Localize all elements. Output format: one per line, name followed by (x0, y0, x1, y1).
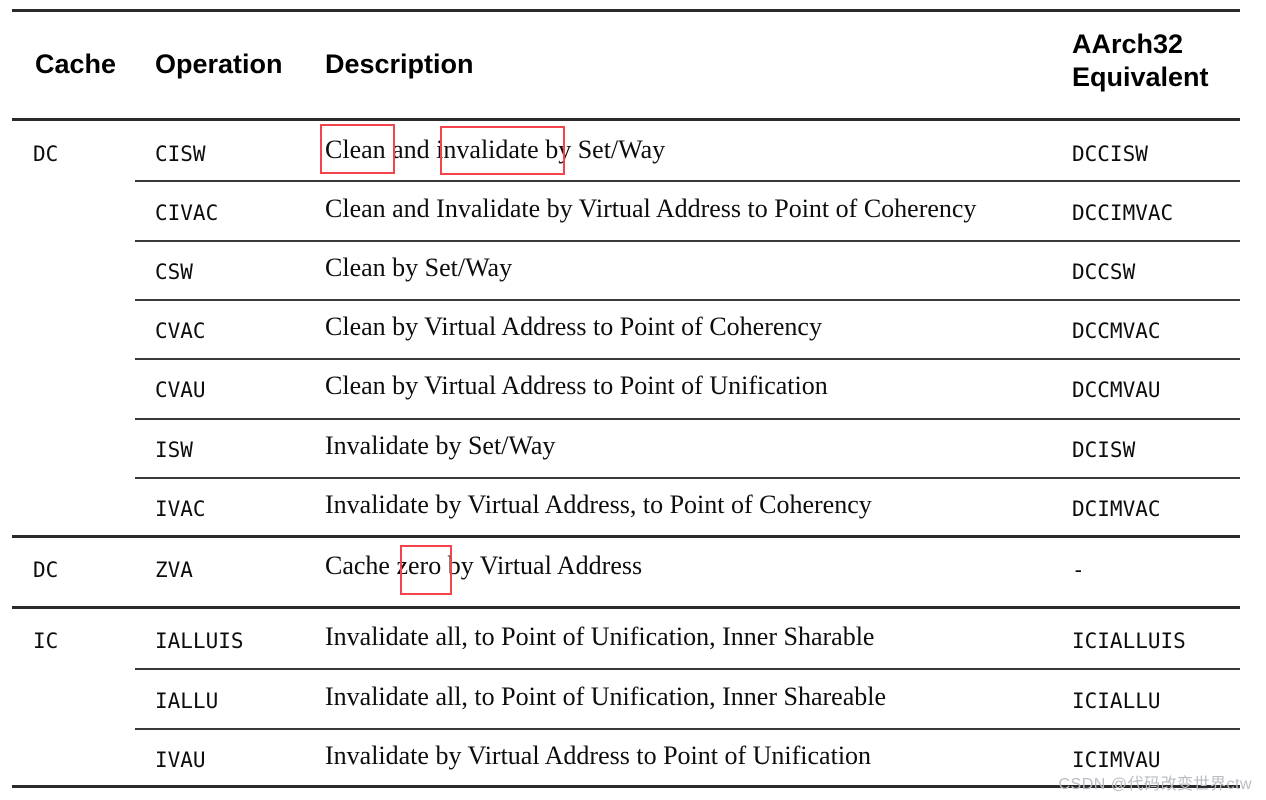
table-row: Invalidate all, to Point of Unification,… (325, 682, 886, 711)
table-row: Clean by Virtual Address to Point of Uni… (325, 371, 828, 400)
table-row: DCCIMVAC (1072, 201, 1174, 225)
table-row: ZVA (155, 558, 193, 582)
table-row: Invalidate by Virtual Address, to Point … (325, 490, 872, 519)
row-separator-2 (135, 240, 1240, 242)
table-row: CIVAC (155, 201, 219, 225)
table-row: DCCMVAU (1072, 378, 1161, 402)
row-separator-3 (135, 299, 1240, 301)
table-row: IC (33, 629, 59, 653)
table-row: DCISW (1072, 438, 1136, 462)
cache-maintenance-table: Cache Operation Description AArch32 Equi… (0, 0, 1266, 800)
table-row: CVAC (155, 319, 206, 343)
column-header-description: Description (325, 49, 474, 79)
table-row: ICIALLU (1072, 689, 1161, 713)
table-row: DCIMVAC (1072, 497, 1161, 521)
table-row: - (1072, 558, 1085, 582)
table-row: IALLUIS (155, 629, 244, 653)
row-separator-8 (135, 728, 1240, 730)
table-row: ISW (155, 438, 193, 462)
table-row: IVAC (155, 497, 206, 521)
row-separator-5 (135, 418, 1240, 420)
table-row: DCCISW (1072, 142, 1148, 166)
table-row: DC (33, 558, 59, 582)
row-separator-1 (135, 180, 1240, 182)
row-separator-7 (135, 668, 1240, 670)
row-separator-6 (135, 477, 1240, 479)
table-row: Clean by Virtual Address to Point of Coh… (325, 312, 822, 341)
table-row: Clean and Invalidate by Virtual Address … (325, 194, 977, 223)
header-bottom-border (12, 118, 1240, 121)
table-row: Cache zero by Virtual Address (325, 551, 643, 580)
table-row: Clean by Set/Way (325, 253, 513, 282)
table-row: ICIALLUIS (1072, 629, 1186, 653)
table-row: IVAU (155, 748, 206, 772)
table-top-border (12, 9, 1240, 12)
column-header-cache: Cache (35, 49, 117, 79)
table-row: Invalidate all, to Point of Unification,… (325, 622, 875, 651)
table-row: DCCMVAC (1072, 319, 1161, 343)
table-row: CSW (155, 260, 193, 284)
csdn-watermark: CSDN @代码改变世界ctw (1058, 776, 1252, 793)
table-row: DCCSW (1072, 260, 1136, 284)
table-row: Invalidate by Set/Way (325, 431, 556, 460)
table-row: CISW (155, 142, 206, 166)
table-row: Clean and invalidate by Set/Way (325, 135, 666, 164)
table-row: Invalidate by Virtual Address to Point o… (325, 741, 872, 770)
group-separator-ic (12, 606, 1240, 609)
column-header-operation: Operation (155, 49, 283, 79)
table-row: CVAU (155, 378, 206, 402)
table-row: IALLU (155, 689, 219, 713)
column-header-aarch32-equivalent: AArch32 Equivalent (1072, 29, 1209, 92)
table-row: DC (33, 142, 59, 166)
row-separator-4 (135, 358, 1240, 360)
table-bottom-border (12, 785, 1240, 788)
group-separator-dc-zva (12, 535, 1240, 538)
